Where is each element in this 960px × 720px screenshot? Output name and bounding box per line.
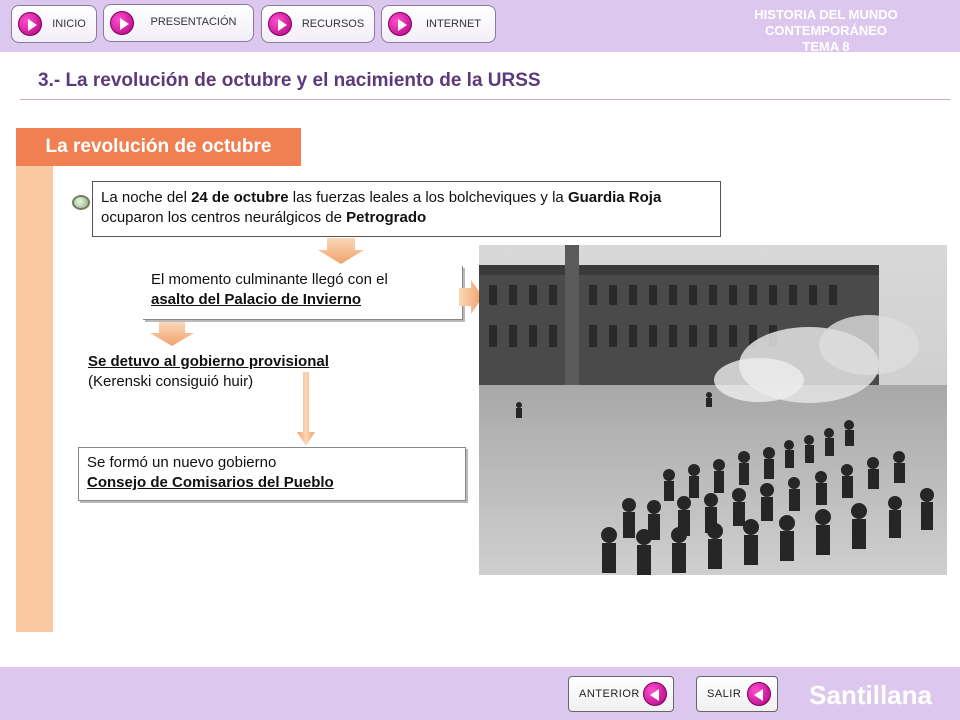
course-subject: HISTORIA DEL MUNDO CONTEMPORÁNEO <box>754 7 898 38</box>
recursos-button[interactable]: RECURSOS <box>261 5 375 43</box>
presentacion-button[interactable]: PRESENTACIÓN <box>103 4 254 42</box>
box2-line1: El momento culminante llegó con el <box>151 271 388 288</box>
arrow-down-icon <box>297 372 315 446</box>
course-title: HISTORIA DEL MUNDO CONTEMPORÁNEO TEMA 8 <box>706 7 946 55</box>
section-tab: La revolución de octubre <box>16 128 301 166</box>
event-box-provisional-government: Se detuvo al gobierno provisional (Keren… <box>86 350 396 394</box>
inicio-label: INICIO <box>52 18 86 30</box>
presentacion-label: PRESENTACIÓN <box>150 16 237 28</box>
back-arrow-icon <box>643 682 667 706</box>
back-arrow-icon <box>747 682 771 706</box>
play-icon <box>388 12 412 36</box>
brand-logo: Santillana <box>809 680 932 710</box>
recursos-label: RECURSOS <box>301 18 365 30</box>
text-segment: ocuparon los centros neurálgicos de <box>101 209 347 226</box>
text-segment: La noche del <box>101 189 192 206</box>
winter-palace-photo <box>479 245 947 575</box>
course-topic: TEMA 8 <box>802 39 850 54</box>
box4-line1: Se formó un nuevo gobierno <box>87 454 277 471</box>
event-box-october-night: La noche del 24 de octubre las fuerzas l… <box>92 181 721 237</box>
highlight-date: 24 de octubre <box>191 189 289 206</box>
internet-button[interactable]: INTERNET <box>381 5 496 43</box>
play-icon <box>110 11 134 35</box>
event-box-winter-palace: El momento culminante llegó con el asalt… <box>143 266 463 320</box>
arrow-down-icon <box>150 322 194 346</box>
page-title: 3.- La revolución de octubre y el nacimi… <box>38 70 541 91</box>
title-divider <box>20 99 950 100</box>
play-icon <box>268 12 292 36</box>
event-box-new-government: Se formó un nuevo gobierno Consejo de Co… <box>78 447 466 501</box>
box3-line1: Se detuvo al gobierno provisional <box>88 353 329 370</box>
salir-label: SALIR <box>707 688 742 700</box>
text-segment: las fuerzas leales a los bolcheviques y … <box>288 189 568 206</box>
bullet-icon <box>72 195 90 210</box>
box2-line2: asalto del Palacio de Invierno <box>151 291 362 308</box>
highlight-red-guard: Guardia Roja <box>567 189 662 206</box>
internet-label: INTERNET <box>426 18 481 30</box>
play-icon <box>18 12 42 36</box>
arrow-down-icon <box>318 238 364 264</box>
highlight-petrograd: Petrogrado <box>346 209 427 226</box>
left-column-decoration <box>16 166 53 632</box>
box4-line2: Consejo de Comisarios del Pueblo <box>87 474 334 491</box>
anterior-button[interactable]: ANTERIOR <box>568 676 674 712</box>
salir-button[interactable]: SALIR <box>696 676 778 712</box>
anterior-label: ANTERIOR <box>579 688 640 700</box>
box3-line2: (Kerenski consiguió huir) <box>88 373 254 390</box>
inicio-button[interactable]: INICIO <box>11 5 97 43</box>
